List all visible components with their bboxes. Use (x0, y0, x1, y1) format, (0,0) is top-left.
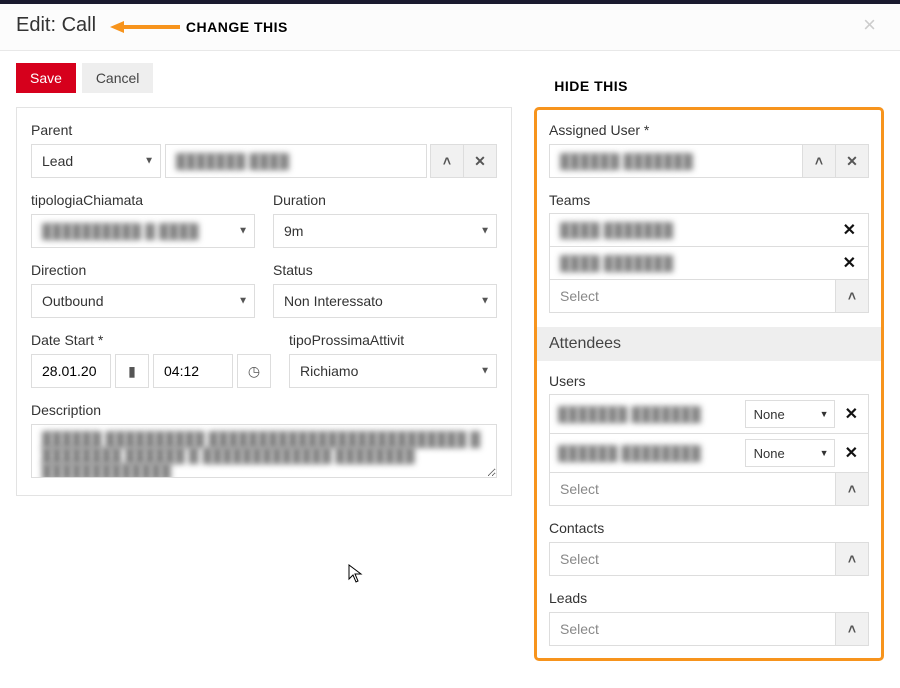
remove-team-button[interactable]: ✕ (841, 220, 858, 240)
parent-type-select[interactable]: Lead▼ (31, 144, 161, 178)
calendar-button[interactable]: ▮ (115, 354, 149, 388)
page-title: Edit: Call (16, 14, 96, 36)
chevron-down-icon: ▼ (820, 448, 829, 458)
date-start-label: Date Start * (31, 332, 271, 348)
tipologia-chiamata-label: tipologiaChiamata (31, 192, 255, 208)
chevron-up-icon: ˄ (815, 153, 823, 169)
leads-label: Leads (549, 590, 869, 606)
users-lookup-button[interactable]: ˄ (835, 472, 869, 506)
teams-select-input[interactable]: Select (549, 279, 836, 313)
attendees-heading: Attendees (537, 327, 881, 361)
close-icon[interactable]: × (855, 10, 884, 40)
chevron-up-icon: ˄ (443, 153, 451, 169)
save-button[interactable]: Save (16, 63, 76, 93)
status-select[interactable]: Non Interessato▼ (273, 284, 497, 318)
assigned-user-label: Assigned User * (549, 122, 869, 138)
chevron-down-icon: ▼ (480, 366, 490, 377)
status-label: Status (273, 262, 497, 278)
action-buttons: Save Cancel (16, 63, 884, 93)
cancel-button[interactable]: Cancel (82, 63, 154, 93)
left-panel: Parent Lead▼ ███████ ████ ˄ ✕ tipo (16, 107, 512, 496)
attendee-user-row: ███████ ███████ None▼ ✕ (549, 394, 869, 434)
description-label: Description (31, 402, 497, 418)
parent-value-input[interactable]: ███████ ████ (165, 144, 427, 178)
chevron-down-icon: ▼ (238, 296, 248, 307)
modal-header: Edit: Call CHANGE THIS × (0, 4, 900, 51)
parent-clear-button[interactable]: ✕ (463, 144, 497, 178)
duration-label: Duration (273, 192, 497, 208)
chevron-up-icon: ˄ (848, 481, 856, 497)
team-item: ████ ███████ ✕ (549, 213, 869, 247)
chevron-up-icon: ˄ (848, 621, 856, 637)
remove-team-button[interactable]: ✕ (841, 253, 858, 273)
attendee-status-select[interactable]: None▼ (745, 400, 835, 428)
chevron-down-icon: ▼ (144, 156, 154, 167)
clock-button[interactable]: ◷ (237, 354, 271, 388)
tipo-prossima-select[interactable]: Richiamo▼ (289, 354, 497, 388)
attendee-user-row: ██████ ████████ None▼ ✕ (549, 433, 869, 473)
leads-select-input[interactable]: Select (549, 612, 836, 646)
direction-label: Direction (31, 262, 255, 278)
attendee-status-select[interactable]: None▼ (745, 439, 835, 467)
direction-select[interactable]: Outbound▼ (31, 284, 255, 318)
assigned-user-input[interactable]: ██████ ███████ (549, 144, 803, 178)
remove-attendee-button[interactable]: ✕ (843, 443, 860, 463)
calendar-icon: ▮ (128, 363, 136, 380)
chevron-down-icon: ▼ (820, 409, 829, 419)
annotation-change-this: CHANGE THIS (110, 19, 288, 35)
annotation-hide-this: HIDE THIS (554, 78, 628, 94)
contacts-label: Contacts (549, 520, 869, 536)
users-label: Users (549, 373, 869, 389)
tipo-prossima-label: tipoProssimaAttivit (289, 332, 497, 348)
team-item: ████ ███████ ✕ (549, 246, 869, 280)
chevron-down-icon: ▼ (480, 226, 490, 237)
description-textarea[interactable]: ██████ ██████████ ██████████████████████… (31, 424, 497, 478)
right-panel: Assigned User * ██████ ███████ ˄ ✕ Teams… (534, 107, 884, 661)
teams-label: Teams (549, 192, 869, 208)
assigned-user-clear-button[interactable]: ✕ (835, 144, 869, 178)
assigned-user-lookup-button[interactable]: ˄ (802, 144, 836, 178)
close-icon: ✕ (474, 153, 486, 170)
chevron-up-icon: ˄ (848, 551, 856, 567)
leads-lookup-button[interactable]: ˄ (835, 612, 869, 646)
chevron-down-icon: ▼ (238, 226, 248, 237)
chevron-down-icon: ▼ (480, 296, 490, 307)
duration-select[interactable]: 9m▼ (273, 214, 497, 248)
chevron-up-icon: ˄ (848, 288, 856, 304)
contacts-lookup-button[interactable]: ˄ (835, 542, 869, 576)
date-start-time-input[interactable] (153, 354, 233, 388)
clock-icon: ◷ (248, 363, 260, 380)
parent-lookup-button[interactable]: ˄ (430, 144, 464, 178)
parent-label: Parent (31, 122, 497, 138)
close-icon: ✕ (846, 153, 858, 170)
teams-lookup-button[interactable]: ˄ (835, 279, 869, 313)
remove-attendee-button[interactable]: ✕ (843, 404, 860, 424)
tipologia-chiamata-select[interactable]: ██████████ █ ████▼ (31, 214, 255, 248)
date-start-date-input[interactable] (31, 354, 111, 388)
contacts-select-input[interactable]: Select (549, 542, 836, 576)
users-select-input[interactable]: Select (549, 472, 836, 506)
